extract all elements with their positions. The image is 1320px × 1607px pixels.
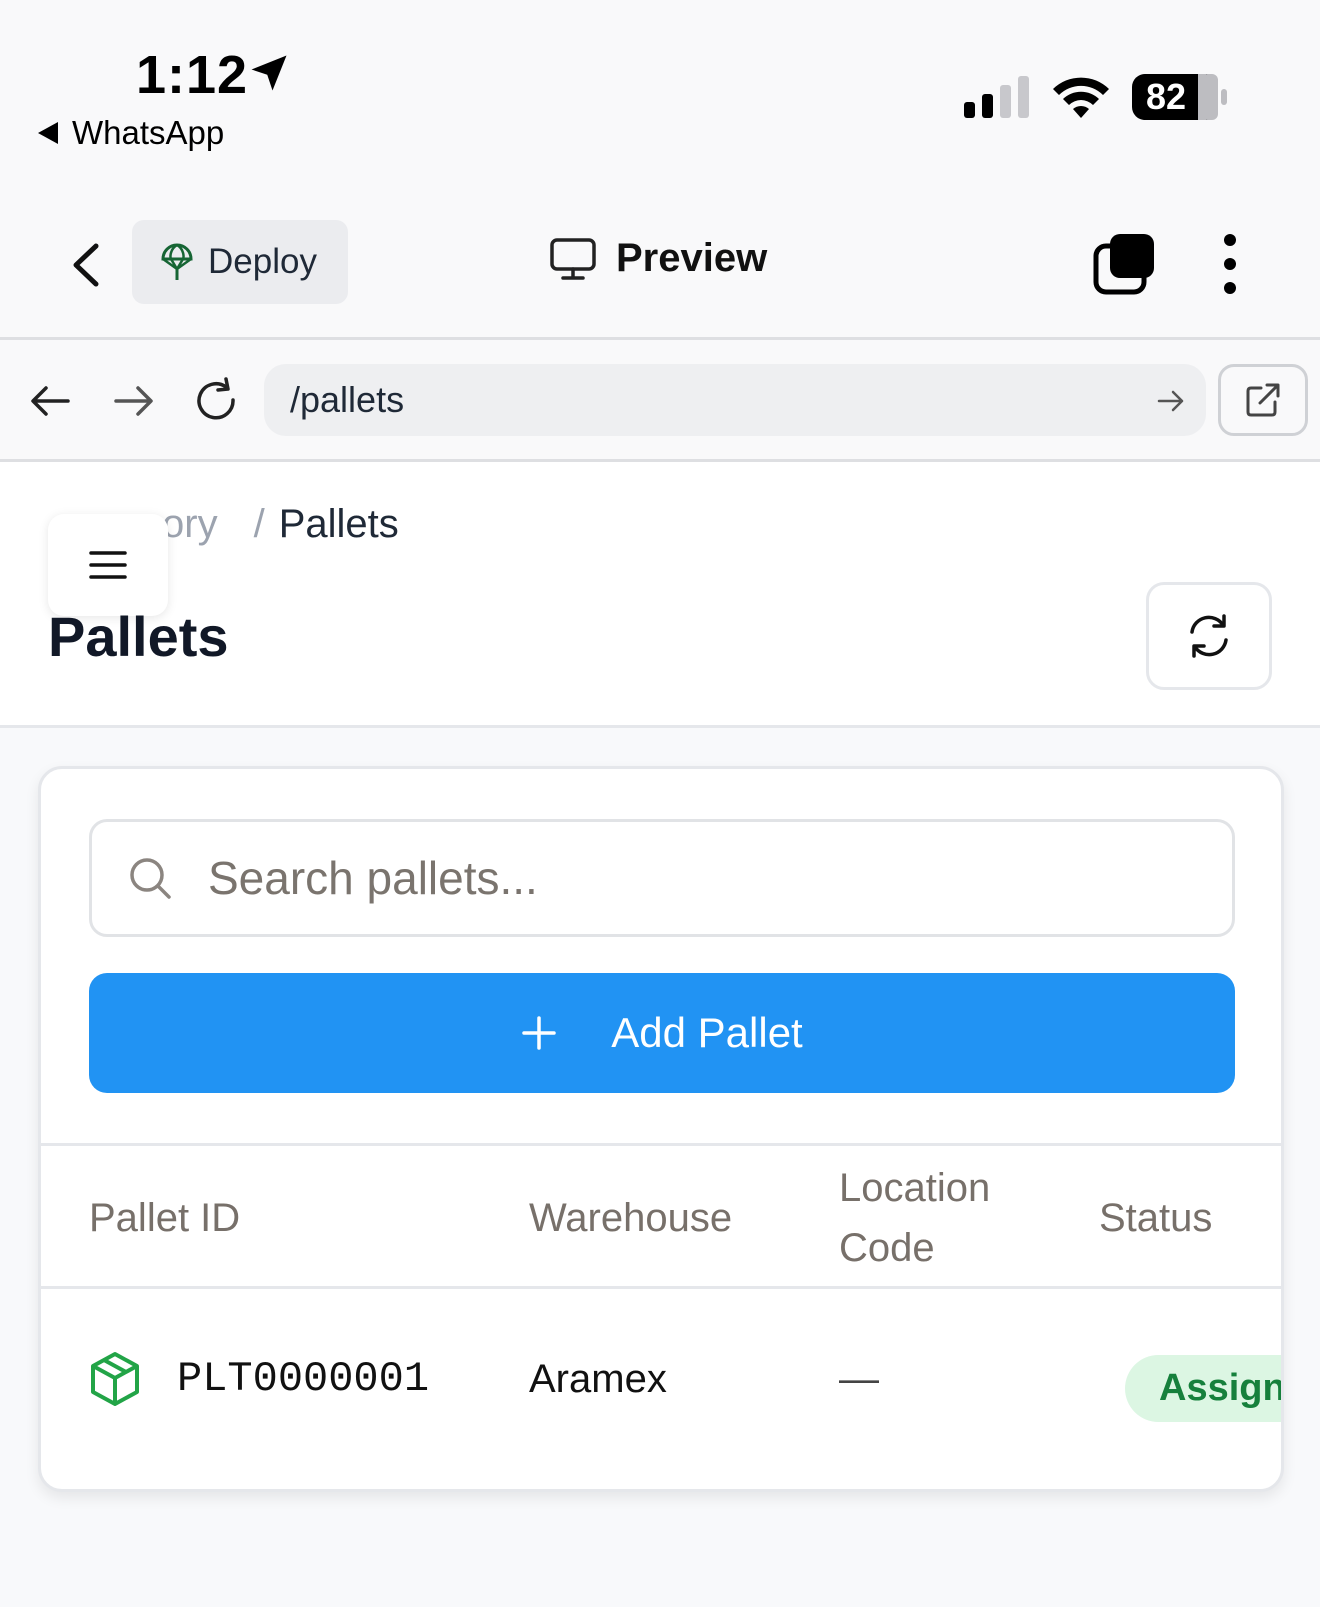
package-icon — [91, 1352, 139, 1406]
external-link-icon — [1246, 383, 1280, 417]
back-to-app-link[interactable]: WhatsApp — [38, 114, 224, 152]
search-box[interactable] — [89, 819, 1235, 937]
deploy-button[interactable]: Deploy — [132, 220, 348, 304]
open-external-button[interactable] — [1218, 364, 1308, 436]
back-app-label: WhatsApp — [72, 114, 225, 151]
preview-label: Preview — [616, 236, 768, 280]
pallet-id: PLT0000001 — [177, 1355, 430, 1403]
header-warehouse[interactable]: Warehouse — [529, 1188, 732, 1248]
app-header: Deploy Preview — [0, 190, 1320, 340]
plus-icon — [522, 1016, 557, 1050]
refresh-icon — [1190, 614, 1228, 658]
pallet-id-cell: PLT0000001 — [89, 1351, 429, 1407]
page-header: ory / Pallets Pallets — [0, 462, 1320, 728]
go-arrow-icon[interactable] — [1156, 386, 1186, 416]
monitor-icon — [550, 237, 596, 280]
browser-forward-icon[interactable] — [108, 376, 158, 426]
back-chevron-icon[interactable] — [62, 240, 112, 290]
hamburger-icon — [89, 551, 127, 579]
header-pallet-id[interactable]: Pallet ID — [89, 1188, 240, 1248]
refresh-button[interactable] — [1146, 582, 1272, 690]
battery-icon: 82 — [1132, 74, 1228, 120]
header-location-line1: Location — [839, 1166, 991, 1210]
header-location-line2: Code — [839, 1226, 935, 1270]
pallets-table: Pallet ID Warehouse Location Code Status… — [41, 1143, 1281, 1489]
tabs-icon[interactable] — [1092, 232, 1156, 296]
cellular-signal-icon — [964, 76, 1029, 118]
back-triangle-icon — [38, 122, 58, 144]
add-pallet-label: Add Pallet — [611, 1009, 803, 1056]
location-arrow-icon — [251, 55, 287, 91]
battery-level: 82 — [1146, 76, 1187, 117]
url-field[interactable]: /pallets — [264, 364, 1206, 436]
table-header: Pallet ID Warehouse Location Code Status — [41, 1143, 1281, 1289]
menu-button[interactable] — [48, 514, 168, 616]
browser-toolbar: /pallets — [0, 340, 1320, 462]
wifi-icon — [1053, 77, 1109, 118]
search-icon — [130, 858, 171, 899]
search-input[interactable] — [208, 851, 1108, 905]
deploy-icon — [161, 243, 193, 280]
table-row[interactable]: PLT0000001 Aramex — Assigned — [41, 1289, 1281, 1489]
page-title: Pallets — [48, 605, 229, 668]
more-options-icon[interactable] — [1212, 232, 1248, 296]
add-pallet-button[interactable]: Add Pallet — [89, 973, 1235, 1093]
reload-icon[interactable] — [192, 376, 242, 426]
ios-status-bar: 1:12 WhatsApp 82 — [0, 0, 1320, 190]
breadcrumb-parent[interactable]: ory — [162, 502, 218, 547]
location-code-cell: — — [839, 1357, 879, 1401]
clock: 1:12 — [136, 45, 249, 105]
warehouse-cell: Aramex — [529, 1357, 667, 1401]
breadcrumb-separator: / — [253, 502, 265, 546]
status-badge: Assigned — [1125, 1355, 1281, 1422]
pallets-card: Add Pallet Pallet ID Warehouse Location … — [38, 766, 1284, 1492]
breadcrumb-current: Pallets — [278, 502, 399, 546]
preview-title: Preview — [550, 236, 767, 281]
browser-back-icon[interactable] — [26, 376, 76, 426]
header-location-code[interactable]: Location Code — [839, 1158, 990, 1278]
url-text: /pallets — [290, 379, 405, 420]
deploy-label: Deploy — [208, 242, 317, 281]
header-status[interactable]: Status — [1099, 1188, 1212, 1248]
